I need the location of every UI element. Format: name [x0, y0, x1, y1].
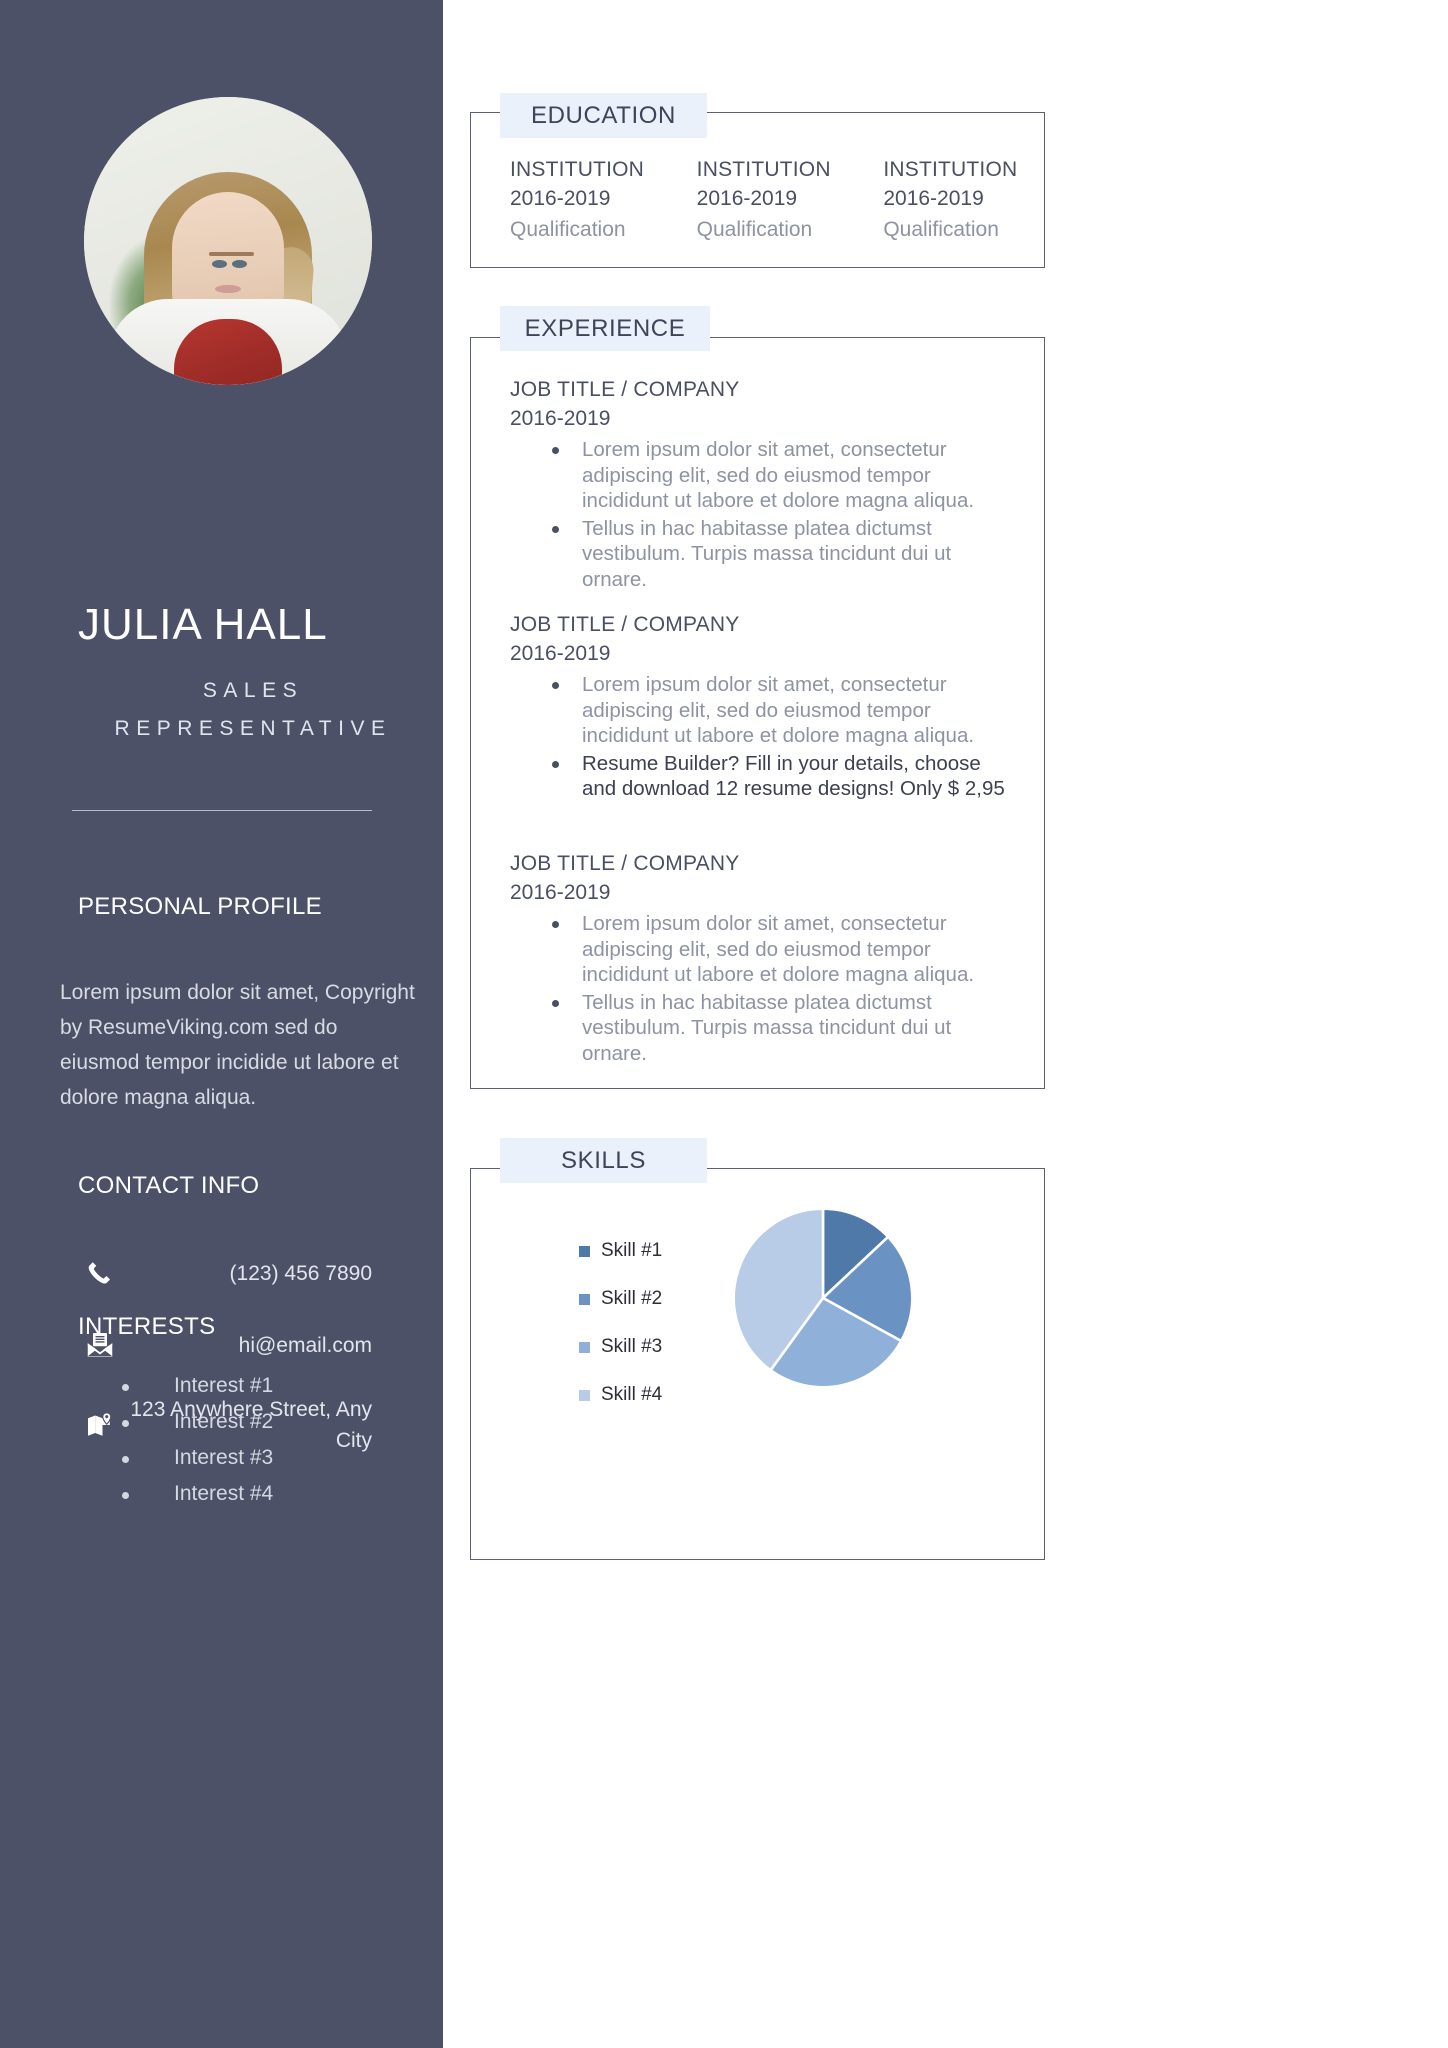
candidate-title: SALES REPRESENTATIVE — [114, 679, 392, 740]
avatar — [84, 97, 372, 385]
job-years: 2016-2019 — [510, 642, 611, 665]
education-columns: INSTITUTION 2016-2019 Qualification INST… — [510, 155, 1070, 247]
contact-row-phone: (123) 456 7890 — [78, 1250, 378, 1296]
job-bullet: Tellus in hac habitasse platea dictumst … — [510, 516, 1010, 593]
education-institution: INSTITUTION — [510, 158, 645, 181]
contact-info-heading: CONTACT INFO — [78, 1172, 260, 1199]
education-qualification: Qualification — [510, 218, 626, 241]
job-title: JOB TITLE / COMPANY — [510, 852, 740, 875]
experience-title: EXPERIENCE — [500, 306, 710, 351]
interests-heading: INTERESTS — [78, 1313, 216, 1340]
skills-pie-chart — [730, 1205, 916, 1391]
pie-svg — [732, 1207, 914, 1389]
skills-legend: Skill #1 Skill #2 Skill #3 Skill #4 — [579, 1227, 662, 1419]
main-content: EDUCATION INSTITUTION 2016-2019 Qualific… — [443, 0, 1448, 2048]
education-years: 2016-2019 — [883, 187, 984, 210]
personal-profile-heading: PERSONAL PROFILE — [78, 893, 322, 920]
legend-label: Skill #2 — [601, 1288, 663, 1309]
education-entry: INSTITUTION 2016-2019 Qualification — [697, 155, 884, 247]
experience-entry: JOB TITLE / COMPANY 2016-2019 Lorem ipsu… — [510, 375, 1010, 592]
job-bullet: Lorem ipsum dolor sit amet, consectetur … — [510, 911, 1010, 988]
job-bullet: Lorem ipsum dolor sit amet, consectetur … — [510, 437, 1010, 514]
experience-entry: JOB TITLE / COMPANY 2016-2019 Lorem ipsu… — [510, 849, 1010, 1066]
job-bullets: Lorem ipsum dolor sit amet, consectetur … — [510, 911, 1010, 1066]
legend-swatch-skill-3 — [579, 1341, 590, 1353]
candidate-name: JULIA HALL — [78, 600, 328, 649]
list-item: Interest #2 — [112, 1404, 273, 1440]
avatar-eye-right — [232, 259, 248, 268]
legend-item: Skill #2 — [579, 1275, 662, 1323]
avatar-eye-left — [212, 259, 228, 268]
legend-label: Skill #4 — [601, 1384, 663, 1405]
avatar-lips — [215, 285, 241, 294]
job-title: JOB TITLE / COMPANY — [510, 613, 740, 636]
legend-swatch-skill-4 — [579, 1389, 590, 1401]
education-qualification: Qualification — [883, 218, 999, 241]
education-institution: INSTITUTION — [883, 158, 1018, 181]
education-institution: INSTITUTION — [696, 158, 831, 181]
job-years: 2016-2019 — [510, 407, 611, 430]
legend-label: Skill #1 — [601, 1240, 663, 1261]
legend-item: Skill #1 — [579, 1227, 662, 1275]
legend-swatch-skill-1 — [579, 1245, 590, 1257]
legend-item: Skill #4 — [579, 1371, 662, 1419]
education-years: 2016-2019 — [696, 187, 798, 210]
sidebar: JULIA HALL SALES REPRESENTATIVE PERSONAL… — [0, 0, 443, 2048]
phone-icon — [78, 1258, 122, 1288]
education-entry: INSTITUTION 2016-2019 Qualification — [510, 155, 697, 247]
job-title: JOB TITLE / COMPANY — [510, 378, 740, 401]
interests-list: Interest #1 Interest #2 Interest #3 Inte… — [112, 1368, 273, 1512]
avatar-brow-right — [230, 252, 255, 257]
job-bullet-promo: Resume Builder? Fill in your details, ch… — [510, 751, 1010, 802]
skills-title: SKILLS — [500, 1138, 707, 1183]
personal-profile-text: Lorem ipsum dolor sit amet, Copyright by… — [60, 981, 415, 1109]
job-years: 2016-2019 — [510, 881, 611, 904]
education-entry: INSTITUTION 2016-2019 Qualification — [883, 155, 1070, 247]
list-item: Interest #3 — [112, 1440, 273, 1476]
education-qualification: Qualification — [696, 218, 813, 241]
job-bullet: Lorem ipsum dolor sit amet, consectetur … — [510, 672, 1010, 749]
job-bullet: Tellus in hac habitasse platea dictumst … — [510, 990, 1010, 1067]
list-item: Interest #4 — [112, 1476, 273, 1512]
job-bullets: Lorem ipsum dolor sit amet, consectetur … — [510, 437, 1010, 592]
job-bullets: Lorem ipsum dolor sit amet, consectetur … — [510, 672, 1010, 802]
legend-label: Skill #3 — [601, 1336, 663, 1357]
legend-swatch-skill-2 — [579, 1293, 590, 1305]
education-years: 2016-2019 — [510, 187, 611, 210]
contact-value-phone: (123) 456 7890 — [229, 1261, 372, 1285]
list-item: Interest #1 — [112, 1368, 273, 1404]
sidebar-divider — [72, 810, 372, 811]
experience-entry: JOB TITLE / COMPANY 2016-2019 Lorem ipsu… — [510, 610, 1010, 802]
resume-page: JULIA HALL SALES REPRESENTATIVE PERSONAL… — [0, 0, 1448, 2048]
legend-item: Skill #3 — [579, 1323, 662, 1371]
education-title: EDUCATION — [500, 93, 707, 138]
